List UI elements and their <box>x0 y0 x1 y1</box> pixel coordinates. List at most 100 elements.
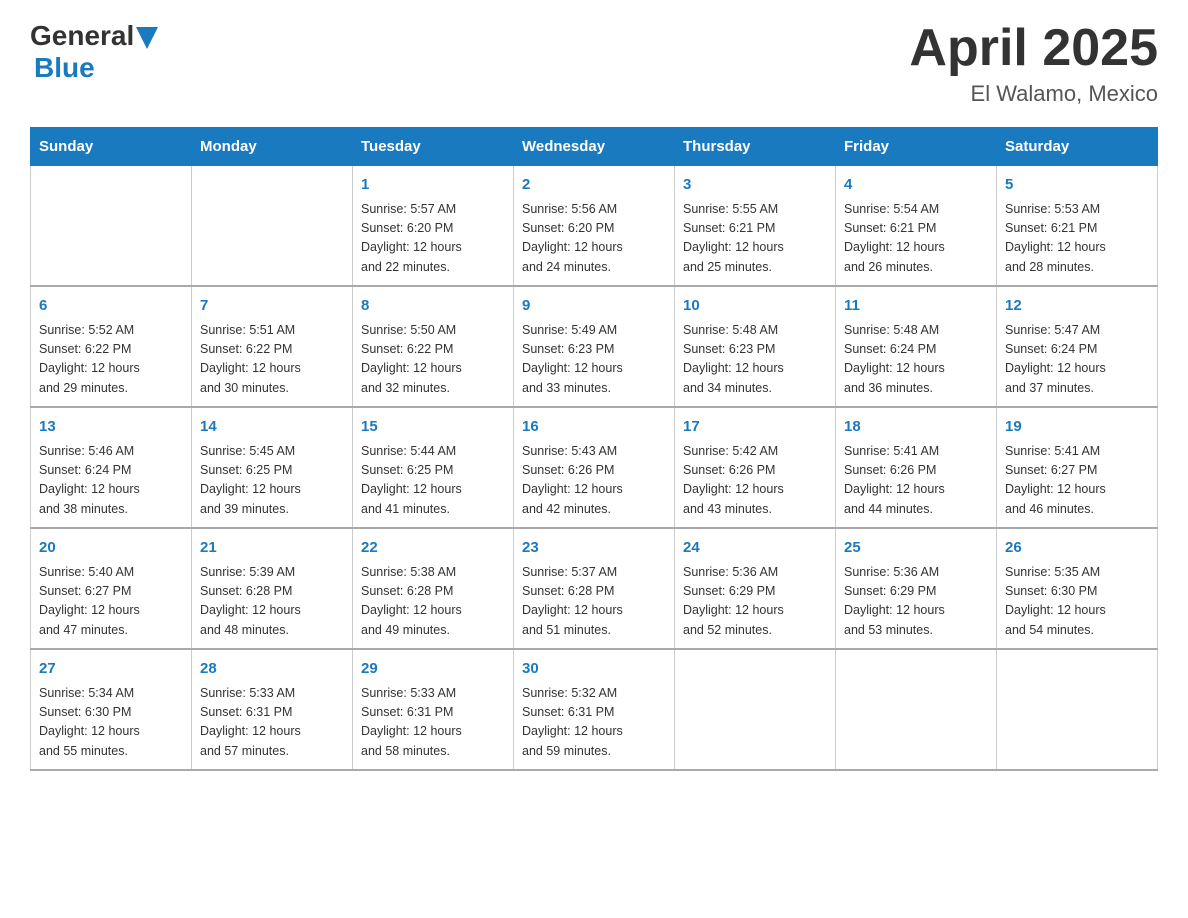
day-info: Sunrise: 5:45 AM Sunset: 6:25 PM Dayligh… <box>200 442 344 520</box>
day-info: Sunrise: 5:35 AM Sunset: 6:30 PM Dayligh… <box>1005 563 1149 641</box>
day-number: 20 <box>39 537 183 560</box>
logo-general-text: General <box>30 20 134 52</box>
day-number: 8 <box>361 295 505 318</box>
day-of-week-saturday: Saturday <box>997 128 1158 166</box>
calendar-cell: 14 Sunrise: 5:45 AM Sunset: 6:25 PM Dayli… <box>192 407 353 528</box>
calendar-header: SundayMondayTuesdayWednesdayThursdayFrid… <box>31 128 1158 166</box>
calendar-cell <box>192 166 353 287</box>
calendar-cell: 25Sunrise: 5:36 AM Sunset: 6:29 PM Dayli… <box>836 528 997 649</box>
calendar-cell <box>31 166 192 287</box>
day-number: 17 <box>683 416 827 439</box>
day-of-week-friday: Friday <box>836 128 997 166</box>
logo: General Blue <box>30 20 158 84</box>
page-header: General Blue April 2025 El Walamo, Mexic… <box>30 20 1158 107</box>
day-number: 11 <box>844 295 988 318</box>
day-info: Sunrise: 5:37 AM Sunset: 6:28 PM Dayligh… <box>522 563 666 641</box>
calendar-cell: 1 Sunrise: 5:57 AM Sunset: 6:20 PM Daylig… <box>353 166 514 287</box>
day-info: Sunrise: 5:41 AM Sunset: 6:26 PM Dayligh… <box>844 442 988 520</box>
calendar-cell: 23Sunrise: 5:37 AM Sunset: 6:28 PM Dayli… <box>514 528 675 649</box>
day-info: Sunrise: 5:40 AM Sunset: 6:27 PM Dayligh… <box>39 563 183 641</box>
day-number: 9 <box>522 295 666 318</box>
day-info: Sunrise: 5:56 AM Sunset: 6:20 PM Dayligh… <box>522 200 666 278</box>
calendar-week-row: 20 Sunrise: 5:40 AM Sunset: 6:27 PM Dayli… <box>31 528 1158 649</box>
day-info: Sunrise: 5:48 AM Sunset: 6:23 PM Dayligh… <box>683 321 827 399</box>
calendar-week-row: 6 Sunrise: 5:52 AM Sunset: 6:22 PM Daylig… <box>31 286 1158 407</box>
day-info: Sunrise: 5:47 AM Sunset: 6:24 PM Dayligh… <box>1005 321 1149 399</box>
calendar-title: April 2025 <box>909 20 1158 77</box>
calendar-subtitle: El Walamo, Mexico <box>909 81 1158 107</box>
day-info: Sunrise: 5:38 AM Sunset: 6:28 PM Dayligh… <box>361 563 505 641</box>
days-of-week-row: SundayMondayTuesdayWednesdayThursdayFrid… <box>31 128 1158 166</box>
calendar-cell: 4Sunrise: 5:54 AM Sunset: 6:21 PM Daylig… <box>836 166 997 287</box>
calendar-cell: 16 Sunrise: 5:43 AM Sunset: 6:26 PM Dayli… <box>514 407 675 528</box>
logo-triangle-icon <box>136 27 158 49</box>
calendar-cell: 24Sunrise: 5:36 AM Sunset: 6:29 PM Dayli… <box>675 528 836 649</box>
day-info: Sunrise: 5:52 AM Sunset: 6:22 PM Dayligh… <box>39 321 183 399</box>
calendar-week-row: 1 Sunrise: 5:57 AM Sunset: 6:20 PM Daylig… <box>31 166 1158 287</box>
day-number: 19 <box>1005 416 1149 439</box>
day-of-week-monday: Monday <box>192 128 353 166</box>
day-info: Sunrise: 5:39 AM Sunset: 6:28 PM Dayligh… <box>200 563 344 641</box>
day-number: 1 <box>361 174 505 197</box>
calendar-cell: 12Sunrise: 5:47 AM Sunset: 6:24 PM Dayli… <box>997 286 1158 407</box>
calendar-cell: 13Sunrise: 5:46 AM Sunset: 6:24 PM Dayli… <box>31 407 192 528</box>
day-info: Sunrise: 5:54 AM Sunset: 6:21 PM Dayligh… <box>844 200 988 278</box>
day-info: Sunrise: 5:41 AM Sunset: 6:27 PM Dayligh… <box>1005 442 1149 520</box>
calendar-cell: 9Sunrise: 5:49 AM Sunset: 6:23 PM Daylig… <box>514 286 675 407</box>
day-number: 27 <box>39 658 183 681</box>
calendar-cell <box>675 649 836 770</box>
calendar-cell: 5Sunrise: 5:53 AM Sunset: 6:21 PM Daylig… <box>997 166 1158 287</box>
day-info: Sunrise: 5:32 AM Sunset: 6:31 PM Dayligh… <box>522 684 666 762</box>
calendar-cell: 28 Sunrise: 5:33 AM Sunset: 6:31 PM Dayli… <box>192 649 353 770</box>
day-info: Sunrise: 5:57 AM Sunset: 6:20 PM Dayligh… <box>361 200 505 278</box>
day-info: Sunrise: 5:33 AM Sunset: 6:31 PM Dayligh… <box>200 684 344 762</box>
day-info: Sunrise: 5:44 AM Sunset: 6:25 PM Dayligh… <box>361 442 505 520</box>
day-info: Sunrise: 5:36 AM Sunset: 6:29 PM Dayligh… <box>844 563 988 641</box>
day-info: Sunrise: 5:43 AM Sunset: 6:26 PM Dayligh… <box>522 442 666 520</box>
day-number: 2 <box>522 174 666 197</box>
calendar-cell: 29 Sunrise: 5:33 AM Sunset: 6:31 PM Dayli… <box>353 649 514 770</box>
day-number: 30 <box>522 658 666 681</box>
day-info: Sunrise: 5:50 AM Sunset: 6:22 PM Dayligh… <box>361 321 505 399</box>
day-number: 10 <box>683 295 827 318</box>
calendar-cell: 3Sunrise: 5:55 AM Sunset: 6:21 PM Daylig… <box>675 166 836 287</box>
day-number: 18 <box>844 416 988 439</box>
calendar-cell: 19 Sunrise: 5:41 AM Sunset: 6:27 PM Dayli… <box>997 407 1158 528</box>
calendar-cell: 2 Sunrise: 5:56 AM Sunset: 6:20 PM Daylig… <box>514 166 675 287</box>
day-number: 15 <box>361 416 505 439</box>
calendar-cell: 27 Sunrise: 5:34 AM Sunset: 6:30 PM Dayli… <box>31 649 192 770</box>
day-info: Sunrise: 5:48 AM Sunset: 6:24 PM Dayligh… <box>844 321 988 399</box>
day-info: Sunrise: 5:33 AM Sunset: 6:31 PM Dayligh… <box>361 684 505 762</box>
logo-blue-text: Blue <box>34 52 95 83</box>
calendar-cell: 15 Sunrise: 5:44 AM Sunset: 6:25 PM Dayli… <box>353 407 514 528</box>
day-of-week-thursday: Thursday <box>675 128 836 166</box>
day-of-week-sunday: Sunday <box>31 128 192 166</box>
calendar-week-row: 27 Sunrise: 5:34 AM Sunset: 6:30 PM Dayli… <box>31 649 1158 770</box>
day-number: 14 <box>200 416 344 439</box>
day-info: Sunrise: 5:46 AM Sunset: 6:24 PM Dayligh… <box>39 442 183 520</box>
calendar-cell: 20 Sunrise: 5:40 AM Sunset: 6:27 PM Dayli… <box>31 528 192 649</box>
day-info: Sunrise: 5:36 AM Sunset: 6:29 PM Dayligh… <box>683 563 827 641</box>
calendar-cell: 26 Sunrise: 5:35 AM Sunset: 6:30 PM Dayli… <box>997 528 1158 649</box>
calendar-cell: 21Sunrise: 5:39 AM Sunset: 6:28 PM Dayli… <box>192 528 353 649</box>
day-info: Sunrise: 5:55 AM Sunset: 6:21 PM Dayligh… <box>683 200 827 278</box>
day-number: 28 <box>200 658 344 681</box>
day-number: 22 <box>361 537 505 560</box>
day-of-week-wednesday: Wednesday <box>514 128 675 166</box>
calendar-cell: 17 Sunrise: 5:42 AM Sunset: 6:26 PM Dayli… <box>675 407 836 528</box>
calendar-cell: 8 Sunrise: 5:50 AM Sunset: 6:22 PM Daylig… <box>353 286 514 407</box>
day-number: 26 <box>1005 537 1149 560</box>
day-info: Sunrise: 5:51 AM Sunset: 6:22 PM Dayligh… <box>200 321 344 399</box>
day-number: 29 <box>361 658 505 681</box>
calendar-title-block: April 2025 El Walamo, Mexico <box>909 20 1158 107</box>
day-info: Sunrise: 5:42 AM Sunset: 6:26 PM Dayligh… <box>683 442 827 520</box>
day-info: Sunrise: 5:53 AM Sunset: 6:21 PM Dayligh… <box>1005 200 1149 278</box>
day-number: 16 <box>522 416 666 439</box>
calendar-cell: 11 Sunrise: 5:48 AM Sunset: 6:24 PM Dayli… <box>836 286 997 407</box>
calendar-cell: 22 Sunrise: 5:38 AM Sunset: 6:28 PM Dayli… <box>353 528 514 649</box>
calendar-cell <box>997 649 1158 770</box>
calendar-cell: 10 Sunrise: 5:48 AM Sunset: 6:23 PM Dayli… <box>675 286 836 407</box>
day-number: 6 <box>39 295 183 318</box>
calendar-cell: 6 Sunrise: 5:52 AM Sunset: 6:22 PM Daylig… <box>31 286 192 407</box>
day-info: Sunrise: 5:34 AM Sunset: 6:30 PM Dayligh… <box>39 684 183 762</box>
